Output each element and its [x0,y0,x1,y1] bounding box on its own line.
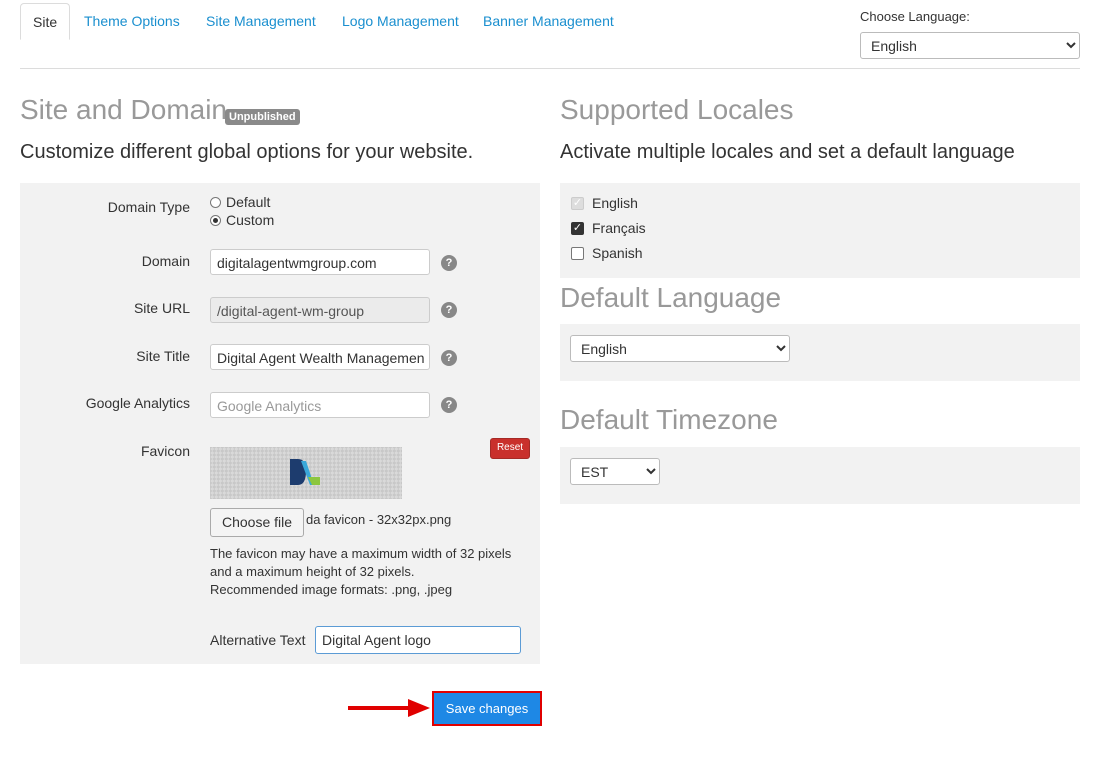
default-timezone-title: Default Timezone [560,404,778,435]
tab-banner-management[interactable]: Banner Management [483,3,614,39]
favicon-image [290,459,320,485]
checkbox-francais[interactable]: ✓ [571,221,584,235]
tab-theme-options[interactable]: Theme Options [84,3,180,39]
domain-type-label: Domain Type [107,199,190,215]
radio-default-label: Default [226,194,271,210]
tab-logo-management[interactable]: Logo Management [342,3,459,39]
default-timezone-select[interactable]: EST [570,458,660,485]
radio-custom-label: Custom [226,212,275,228]
site-url-field: /digital-agent-wm-group [210,297,430,323]
favicon-help-line: Recommended image formats: .png, .jpeg [210,582,453,597]
locale-english-label: English [592,195,638,211]
checkbox-english: ✓ [571,196,584,210]
locale-spanish[interactable]: Spanish [571,245,643,261]
domain-type-default-option[interactable]: Default [210,194,270,210]
supported-locales-title: Supported Locales [560,94,794,125]
alt-text-field[interactable]: Digital Agent logo [315,626,521,654]
supported-locales-subtitle: Activate multiple locales and set a defa… [560,141,1015,163]
site-domain-title: Site and Domain [20,94,228,125]
locale-francais[interactable]: ✓ Français [571,220,646,236]
favicon-help-line: The favicon may have a maximum width of … [210,546,512,561]
google-analytics-label: Google Analytics [85,395,190,411]
locale-english[interactable]: ✓ English [571,195,638,211]
domain-field[interactable]: digitalagentwmgroup.com [210,249,430,275]
favicon-help-line: and a maximum height of 32 pixels. [210,564,415,579]
radio-custom[interactable] [210,214,221,226]
choose-file-button[interactable]: Choose file [210,508,304,537]
arrow-right-icon [348,699,430,717]
save-changes-button[interactable]: Save changes [432,691,542,726]
site-title-help-icon[interactable]: ? [441,350,457,366]
site-title-label: Site Title [136,348,190,364]
alt-text-label: Alternative Text [210,632,306,648]
reset-button[interactable]: Reset [490,438,530,459]
checkbox-spanish[interactable] [571,246,584,260]
domain-type-custom-option[interactable]: Custom [210,212,274,228]
google-analytics-field[interactable]: Google Analytics [210,392,430,418]
choose-language-label: Choose Language: [860,9,970,24]
site-url-label: Site URL [133,300,190,316]
favicon-help-text: The favicon may have a maximum width of … [210,545,535,599]
status-badge: Unpublished [225,109,300,125]
favicon-label: Favicon [140,443,190,459]
domain-label: Domain [141,253,190,269]
favicon-preview [210,447,402,499]
site-domain-subtitle: Customize different global options for y… [20,141,474,163]
tab-divider [20,68,1080,69]
radio-default[interactable] [210,196,221,208]
default-language-title: Default Language [560,282,782,313]
choose-language-select[interactable]: English [860,32,1080,59]
locale-francais-label: Français [592,220,646,236]
file-name-text: da favicon - 32x32px.png [306,512,452,527]
site-title-field[interactable]: Digital Agent Wealth Managemen [210,344,430,370]
site-url-help-icon[interactable]: ? [441,302,457,318]
domain-help-icon[interactable]: ? [441,255,457,271]
tab-site-management[interactable]: Site Management [206,3,316,39]
google-analytics-help-icon[interactable]: ? [441,397,457,413]
tab-site[interactable]: Site [20,3,71,40]
default-language-select[interactable]: English [570,335,790,362]
locale-spanish-label: Spanish [592,245,643,261]
